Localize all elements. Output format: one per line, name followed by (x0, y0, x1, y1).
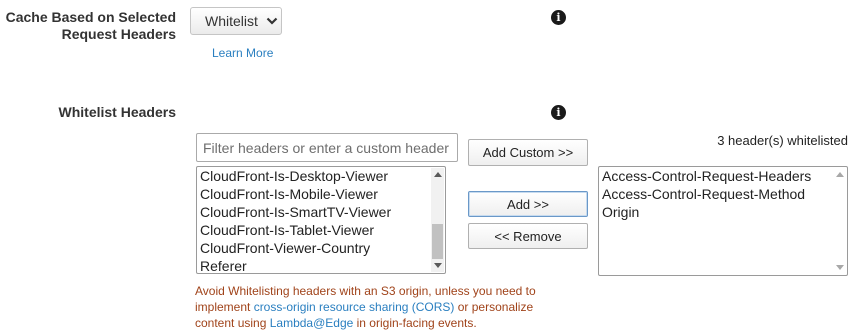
cache-headers-label-line2: Request Headers (61, 26, 176, 42)
selected-headers-scrollbar[interactable] (833, 168, 846, 274)
list-item[interactable]: CloudFront-Is-Tablet-Viewer (199, 221, 429, 239)
list-item[interactable]: CloudFront-Is-Mobile-Viewer (199, 185, 429, 203)
remove-button[interactable]: << Remove (468, 223, 588, 249)
list-item[interactable]: CloudFront-Viewer-Country (199, 239, 429, 257)
scrollbar-thumb[interactable] (432, 224, 443, 259)
scroll-down-arrow-icon[interactable] (434, 263, 442, 268)
selected-headers-list[interactable]: Access-Control-Request-Headers Access-Con… (598, 166, 848, 276)
list-item[interactable]: Access-Control-Request-Method (601, 185, 831, 203)
list-item[interactable]: CloudFront-Is-SmartTV-Viewer (199, 203, 429, 221)
header-filter-input[interactable] (196, 133, 458, 162)
warning-text-part3: in origin-facing events. (353, 316, 477, 330)
whitelist-headers-label: Whitelist Headers (58, 104, 176, 120)
lambda-edge-link[interactable]: Lambda@Edge (270, 316, 354, 330)
info-icon[interactable]: i (551, 10, 566, 25)
cache-headers-dropdown[interactable]: Whitelist (190, 7, 282, 35)
list-item[interactable]: Referer (199, 257, 429, 273)
list-item[interactable]: Access-Control-Request-Headers (601, 167, 831, 185)
list-item[interactable]: Origin (601, 203, 831, 221)
whitelisted-count: 3 header(s) whitelisted (717, 133, 848, 148)
scroll-down-arrow-icon[interactable] (836, 265, 844, 270)
learn-more-link[interactable]: Learn More (212, 46, 273, 60)
scroll-up-arrow-icon[interactable] (836, 172, 844, 177)
s3-whitelist-warning: Avoid Whitelisting headers with an S3 or… (195, 283, 555, 331)
add-custom-button[interactable]: Add Custom >> (468, 139, 588, 166)
add-button[interactable]: Add >> (468, 191, 588, 217)
dropdown-value: Whitelist (205, 13, 258, 29)
info-icon[interactable]: i (551, 105, 566, 120)
available-headers-scrollbar[interactable] (431, 168, 444, 272)
cache-headers-label-line1: Cache Based on Selected (5, 9, 176, 25)
list-item[interactable]: CloudFront-Is-Desktop-Viewer (199, 167, 429, 185)
scroll-up-arrow-icon[interactable] (434, 172, 442, 177)
cors-link[interactable]: cross-origin resource sharing (CORS) (254, 300, 455, 314)
cache-headers-label: Cache Based on Selected Request Headers (0, 9, 176, 43)
available-headers-list[interactable]: CloudFront-Is-Desktop-Viewer CloudFront-I… (196, 166, 446, 274)
selected-headers-items: Access-Control-Request-Headers Access-Con… (601, 167, 831, 221)
chevron-down-icon (266, 17, 278, 25)
available-headers-items: CloudFront-Is-Desktop-Viewer CloudFront-I… (199, 167, 429, 273)
